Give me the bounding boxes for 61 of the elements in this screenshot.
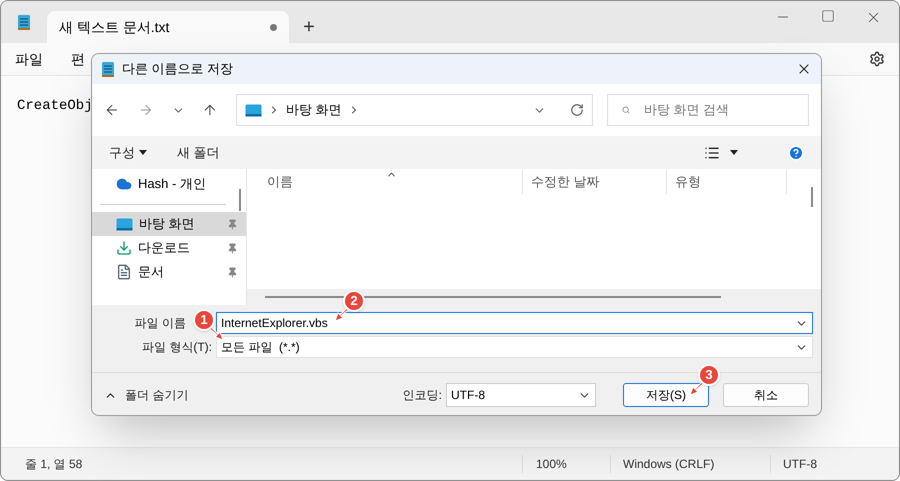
desktop-icon: [116, 218, 133, 230]
status-text: 100%: [522, 455, 610, 473]
desktop-icon: [245, 104, 262, 116]
file-type-dropdown[interactable]: 모든 파일 (*.*): [216, 336, 813, 358]
pointer-arrow-icon: [209, 326, 223, 340]
toolbar-button[interactable]: 구성: [109, 142, 147, 162]
horizontal-scrollbar[interactable]: [247, 289, 821, 305]
column-header[interactable]: 유형: [666, 170, 786, 194]
field-value: 모든 파일 (*.*): [221, 339, 301, 356]
pin-icon[interactable]: [227, 218, 238, 230]
notepad-icon: [101, 60, 115, 78]
nav-item[interactable]: 바탕 화면: [92, 212, 246, 236]
caret-icon[interactable]: [730, 150, 738, 155]
address-bar[interactable]: 바탕 화면: [236, 94, 594, 126]
field-label: 파일 이름: [134, 315, 186, 332]
field-label: 인코딩:: [402, 387, 442, 404]
dialog-button[interactable]: 취소: [723, 383, 809, 407]
status-text: UTF-8: [770, 455, 817, 473]
field-label: 파일 형식(T):: [141, 339, 213, 356]
nav-item[interactable]: 문서: [92, 260, 246, 284]
search-field[interactable]: 바탕 화면 검색: [607, 94, 810, 126]
field-value: UTF-8: [451, 387, 486, 404]
menu-item[interactable]: 편: [71, 48, 85, 70]
document-icon: [116, 264, 132, 280]
editor-text: CreateObj: [17, 98, 93, 114]
scrollbar[interactable]: [239, 189, 241, 211]
dialog-title: 다른 이름으로 저장: [122, 60, 234, 78]
search-icon: [622, 104, 630, 116]
scrollbar[interactable]: [811, 187, 813, 207]
pointer-arrow-icon: [335, 307, 349, 321]
maximize-icon[interactable]: [821, 9, 835, 23]
document-tab[interactable]: 새 텍스트 문서.txt: [47, 11, 289, 43]
pointer-arrow-icon: [690, 381, 704, 395]
file-name-field[interactable]: InternetExplorer.vbs: [216, 312, 813, 334]
nav-item[interactable]: Hash - 개인: [92, 172, 246, 196]
status-text: Windows (CRLF): [610, 455, 770, 473]
download-icon: [116, 240, 132, 256]
nav-item[interactable]: 다운로드: [92, 236, 246, 260]
menu-item[interactable]: 파일: [15, 48, 43, 70]
refresh-icon[interactable]: [570, 103, 584, 117]
help-icon[interactable]: [788, 144, 804, 160]
field-value: InternetExplorer.vbs: [221, 315, 328, 332]
status-text: 줄 1, 열 58: [24, 456, 84, 473]
caret-icon: [139, 150, 147, 155]
notepad-icon: [17, 14, 31, 30]
dialog-button[interactable]: 저장(S): [623, 383, 709, 407]
view-list-icon[interactable]: [704, 144, 720, 160]
back-icon[interactable]: [104, 102, 120, 118]
new-tab-button[interactable]: +: [289, 11, 329, 43]
encoding-dropdown[interactable]: UTF-8: [446, 383, 596, 407]
toolbar-button[interactable]: 새 폴더: [177, 142, 220, 162]
column-header[interactable]: 수정한 날짜: [522, 170, 666, 194]
cloud-icon: [116, 176, 132, 192]
tab-title: 새 텍스트 문서.txt: [59, 18, 170, 36]
pin-icon[interactable]: [227, 266, 238, 278]
hide-folders-button[interactable]: 폴더 숨기기: [104, 386, 188, 404]
settings-icon[interactable]: [869, 51, 885, 67]
pin-icon[interactable]: [227, 242, 238, 254]
search-input[interactable]: 바탕 화면 검색: [644, 100, 794, 120]
breadcrumb-item[interactable]: 바탕 화면: [286, 100, 342, 120]
column-header[interactable]: 이름: [247, 170, 522, 194]
